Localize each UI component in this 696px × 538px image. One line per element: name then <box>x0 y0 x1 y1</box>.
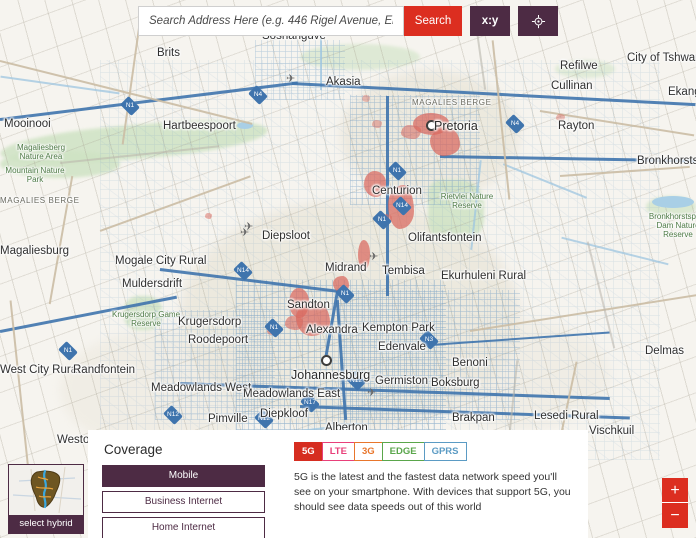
coverage-blob-centurion <box>364 171 386 197</box>
airport-icon: ✈ <box>367 387 377 399</box>
airport-icon: ✈ <box>369 251 379 263</box>
highway-shield-label: N12 <box>167 411 179 418</box>
lake <box>652 196 694 208</box>
category-button-business-internet[interactable]: Business Internet <box>102 491 265 513</box>
africa-map-thumbnail-icon <box>9 465 83 515</box>
airport-icon: ✈ <box>244 221 254 233</box>
metro-road-mesh-soshanguve <box>255 40 345 100</box>
highway-shield-label: N1 <box>340 290 350 297</box>
locate-me-button[interactable] <box>518 6 558 36</box>
zoom-controls: + − <box>662 478 688 528</box>
technology-tab-3g[interactable]: 3G <box>353 442 383 461</box>
metro-road-mesh-westrand <box>155 310 275 420</box>
zoom-out-button[interactable]: − <box>662 503 688 528</box>
category-button-home-internet[interactable]: Home Internet <box>102 517 265 538</box>
category-button-mobile[interactable]: Mobile <box>102 465 265 487</box>
technology-tabs: 5G LTE 3G EDGE GPRS <box>294 442 574 461</box>
technology-tab-edge[interactable]: EDGE <box>381 442 425 461</box>
technology-tab-5g[interactable]: 5G <box>294 442 323 461</box>
highway-shield-label: N12 <box>350 377 362 384</box>
coverage-panel-left: Coverage Mobile Business Internet Home Int… <box>102 440 284 538</box>
coverage-blob-small <box>556 114 565 121</box>
highway-shield-label: N12 <box>258 415 270 422</box>
technology-tab-gprs[interactable]: GPRS <box>423 442 467 461</box>
airport-icon: ✈ <box>286 73 296 85</box>
city-marker-johannesburg <box>321 355 332 366</box>
panel-title: Coverage <box>104 442 163 457</box>
coverage-category-list: Mobile Business Internet Home Internet <box>102 465 284 538</box>
highway-shield-label: N1 <box>392 167 402 174</box>
map-type-thumbnail <box>9 465 83 515</box>
search-button[interactable]: Search <box>404 6 462 36</box>
highway-shield-label: N1 <box>125 102 135 109</box>
highway-shield-label: N4 <box>510 120 520 127</box>
highway-shield-label: N1 <box>63 347 73 354</box>
highway-shield-label: N14 <box>396 202 408 209</box>
map-type-label: select hybrid <box>9 515 83 533</box>
coverage-blob-pretoria-south <box>430 128 460 156</box>
coverage-blob-small <box>362 95 370 102</box>
zoom-in-button[interactable]: + <box>662 478 688 503</box>
highway-shield-label: N14 <box>237 267 249 274</box>
highway-shield-label: N17 <box>304 399 316 406</box>
crosshair-target-icon <box>531 14 545 28</box>
coverage-blob-small <box>205 213 212 219</box>
coverage-panel-right: 5G LTE 3G EDGE GPRS 5G is the latest and the… <box>284 440 574 538</box>
highway-shield-label: N4 <box>253 91 263 98</box>
highway-shield-label: N3 <box>424 336 434 343</box>
metro-road-mesh-ekurhuleni <box>340 290 520 420</box>
highway-shield-label: N1 <box>377 216 387 223</box>
search-input[interactable] <box>138 6 404 36</box>
coverage-blob-jhb-north <box>285 316 303 330</box>
highway-shield-label: N1 <box>269 324 279 331</box>
coverage-blob-small <box>372 120 382 128</box>
city-marker-pretoria <box>426 120 437 131</box>
technology-description: 5G is the latest and the fastest data ne… <box>294 471 571 514</box>
xy-coordinates-button[interactable]: x:y <box>470 6 510 36</box>
map-type-switcher[interactable]: select hybrid <box>8 464 84 534</box>
coverage-panel: Coverage Mobile Business Internet Home Int… <box>88 430 588 538</box>
coverage-blob-pretoria-west <box>401 125 421 139</box>
technology-tab-lte[interactable]: LTE <box>321 442 355 461</box>
search-bar: Search x:y <box>138 6 558 36</box>
coverage-map-app: ✈ ✈ ✈ ✈ ✈ ✈ N4N1N4N14N1N14N1N1N1N3N12N17… <box>0 0 696 538</box>
